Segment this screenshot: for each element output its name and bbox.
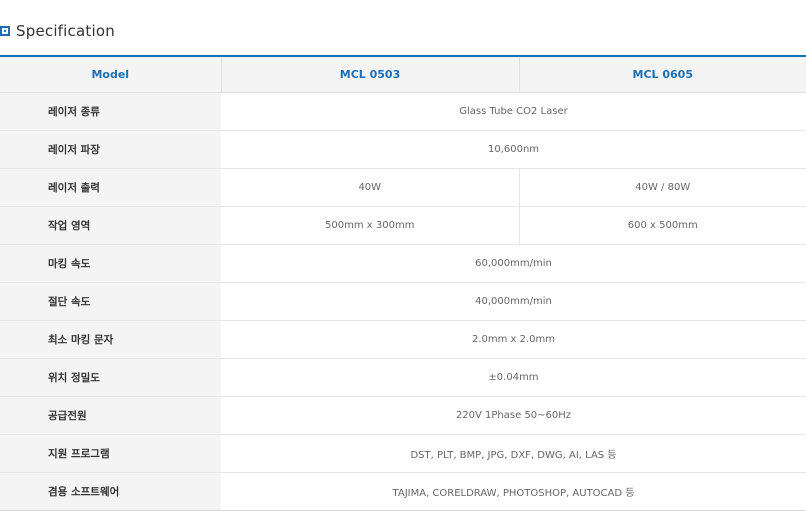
row-value: 40,000mm/min (221, 282, 806, 321)
spec-table: Model MCL 0503 MCL 0605 레이저 종류 Glass Tub… (0, 55, 806, 511)
row-value: 60,000mm/min (221, 244, 806, 283)
section-heading: Specification (0, 20, 115, 42)
row-value: 2.0mm x 2.0mm (221, 320, 806, 359)
row-label: 겸용 소프트웨어 (0, 472, 221, 511)
table-row: 절단 속도 40,000mm/min (0, 282, 806, 321)
row-value: Glass Tube CO2 Laser (221, 92, 806, 131)
table-row: 레이저 종류 Glass Tube CO2 Laser (0, 92, 806, 131)
row-value-mcl-0605: 40W / 80W (518, 168, 806, 207)
row-value: 220V 1Phase 50~60Hz (221, 396, 806, 435)
row-label: 위치 정밀도 (0, 358, 221, 397)
table-row: 작업 영역 500mm x 300mm 600 x 500mm (0, 206, 806, 245)
row-label: 레이저 파장 (0, 130, 221, 169)
row-value-mcl-0503: 500mm x 300mm (221, 206, 519, 245)
row-value: TAJIMA, CORELDRAW, PHOTOSHOP, AUTOCAD 등 (221, 472, 806, 511)
table-row: 위치 정밀도 ±0.04mm (0, 358, 806, 397)
row-label: 최소 마킹 문자 (0, 320, 221, 359)
row-label: 공급전원 (0, 396, 221, 435)
row-value: DST, PLT, BMP, JPG, DXF, DWG, AI, LAS 등 (221, 434, 806, 473)
row-value: ±0.04mm (221, 358, 806, 397)
row-label: 절단 속도 (0, 282, 221, 321)
table-row: 마킹 속도 60,000mm/min (0, 244, 806, 283)
table-row: 지원 프로그램 DST, PLT, BMP, JPG, DXF, DWG, AI… (0, 434, 806, 473)
row-label: 마킹 속도 (0, 244, 221, 283)
section-title: Specification (16, 22, 115, 40)
row-label: 작업 영역 (0, 206, 221, 245)
header-model: Model (0, 56, 221, 93)
table-row: 레이저 출력 40W 40W / 80W (0, 168, 806, 207)
table-row: 공급전원 220V 1Phase 50~60Hz (0, 396, 806, 435)
table-row: 레이저 파장 10,600nm (0, 130, 806, 169)
row-label: 지원 프로그램 (0, 434, 221, 473)
header-mcl-0503: MCL 0503 (220, 56, 519, 93)
row-label: 레이저 종류 (0, 92, 221, 131)
header-mcl-0605: MCL 0605 (518, 56, 806, 93)
table-row: 겸용 소프트웨어 TAJIMA, CORELDRAW, PHOTOSHOP, A… (0, 472, 806, 511)
row-value-mcl-0503: 40W (221, 168, 519, 207)
spec-table-header: Model MCL 0503 MCL 0605 (0, 56, 806, 93)
row-label: 레이저 출력 (0, 168, 221, 207)
square-bullet-icon (0, 26, 10, 36)
row-value-mcl-0605: 600 x 500mm (518, 206, 806, 245)
table-row: 최소 마킹 문자 2.0mm x 2.0mm (0, 320, 806, 359)
row-value: 10,600nm (221, 130, 806, 169)
